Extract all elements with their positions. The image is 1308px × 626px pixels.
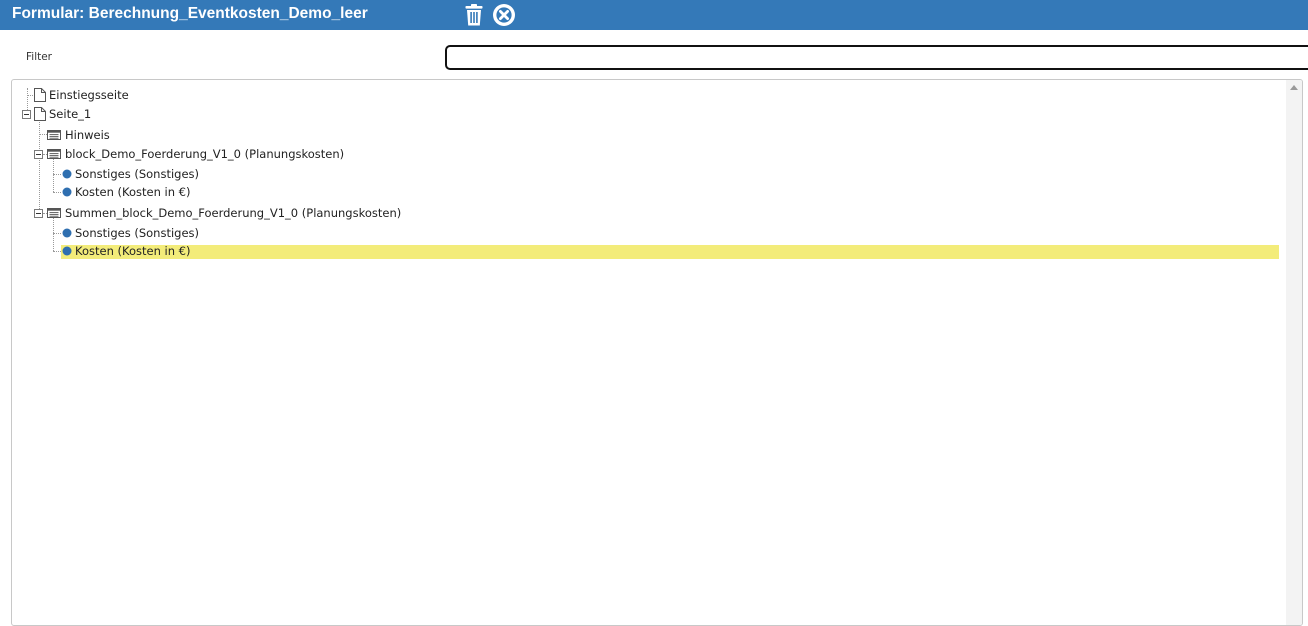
tree-node-label: block_Demo_Foerderung_V1_0 (Planungskost… — [65, 147, 345, 161]
window-title: Formular: Berechnung_Eventkosten_Demo_le… — [12, 5, 368, 22]
page-icon — [34, 107, 46, 121]
tree-node-label: Kosten (Kosten in €) — [75, 244, 191, 258]
field-dot-icon — [62, 246, 72, 256]
block-icon — [47, 130, 61, 140]
tree-connector — [53, 174, 61, 175]
tree-connector — [53, 251, 61, 252]
tree-connector — [39, 134, 47, 135]
delete-button[interactable] — [462, 3, 486, 27]
filter-label: Filter — [26, 51, 53, 63]
tree-node-summen-block[interactable]: Summen_block_Demo_Foerderung_V1_0 (Planu… — [47, 205, 401, 221]
tree-node-field[interactable]: Sonstiges (Sonstiges) — [61, 225, 199, 241]
tree-connector — [53, 159, 54, 192]
filter-input[interactable] — [445, 45, 1308, 70]
tree-node-seite-1[interactable]: Seite_1 — [32, 106, 91, 122]
collapse-toggle-block-1[interactable] — [34, 150, 43, 159]
tree-node-label: Einstiegsseite — [49, 88, 129, 102]
block-icon — [47, 149, 61, 159]
tree-node-field[interactable]: Kosten (Kosten in €) — [61, 184, 190, 200]
title-bar: Formular: Berechnung_Eventkosten_Demo_le… — [0, 0, 1308, 30]
selection-highlight — [61, 245, 1279, 259]
tree-node-einstiegsseite[interactable]: Einstiegsseite — [32, 87, 129, 103]
tree-node-block-demo[interactable]: block_Demo_Foerderung_V1_0 (Planungskost… — [47, 146, 344, 162]
tree-panel: Einstiegsseite Seite_1 Hinweis block_Dem… — [11, 79, 1303, 626]
collapse-toggle-seite-1[interactable] — [22, 110, 31, 119]
tree-node-label: Summen_block_Demo_Foerderung_V1_0 (Planu… — [65, 206, 402, 220]
tree-node-field[interactable]: Sonstiges (Sonstiges) — [61, 166, 199, 182]
tree-connector — [53, 233, 61, 234]
tree-node-label: Seite_1 — [49, 107, 92, 121]
field-dot-icon — [62, 187, 72, 197]
page-icon — [34, 88, 46, 102]
vertical-scrollbar[interactable] — [1286, 80, 1302, 625]
tree-node-label: Hinweis — [65, 128, 110, 142]
close-circle-icon — [493, 4, 515, 26]
close-button[interactable] — [492, 3, 516, 27]
tree-node-label: Sonstiges (Sonstiges) — [75, 167, 200, 181]
collapse-toggle-block-2[interactable] — [34, 209, 43, 218]
trash-icon — [465, 4, 483, 26]
field-dot-icon — [62, 169, 72, 179]
field-dot-icon — [62, 228, 72, 238]
tree-node-label: Kosten (Kosten in €) — [75, 185, 191, 199]
tree-node-hinweis[interactable]: Hinweis — [47, 127, 110, 143]
tree-node-label: Sonstiges (Sonstiges) — [75, 226, 200, 240]
tree-connector — [53, 218, 54, 251]
tree-connector — [53, 192, 61, 193]
block-icon — [47, 208, 61, 218]
scroll-up-arrow-icon[interactable] — [1290, 85, 1298, 90]
tree-node-field-selected[interactable]: Kosten (Kosten in €) — [61, 243, 190, 259]
